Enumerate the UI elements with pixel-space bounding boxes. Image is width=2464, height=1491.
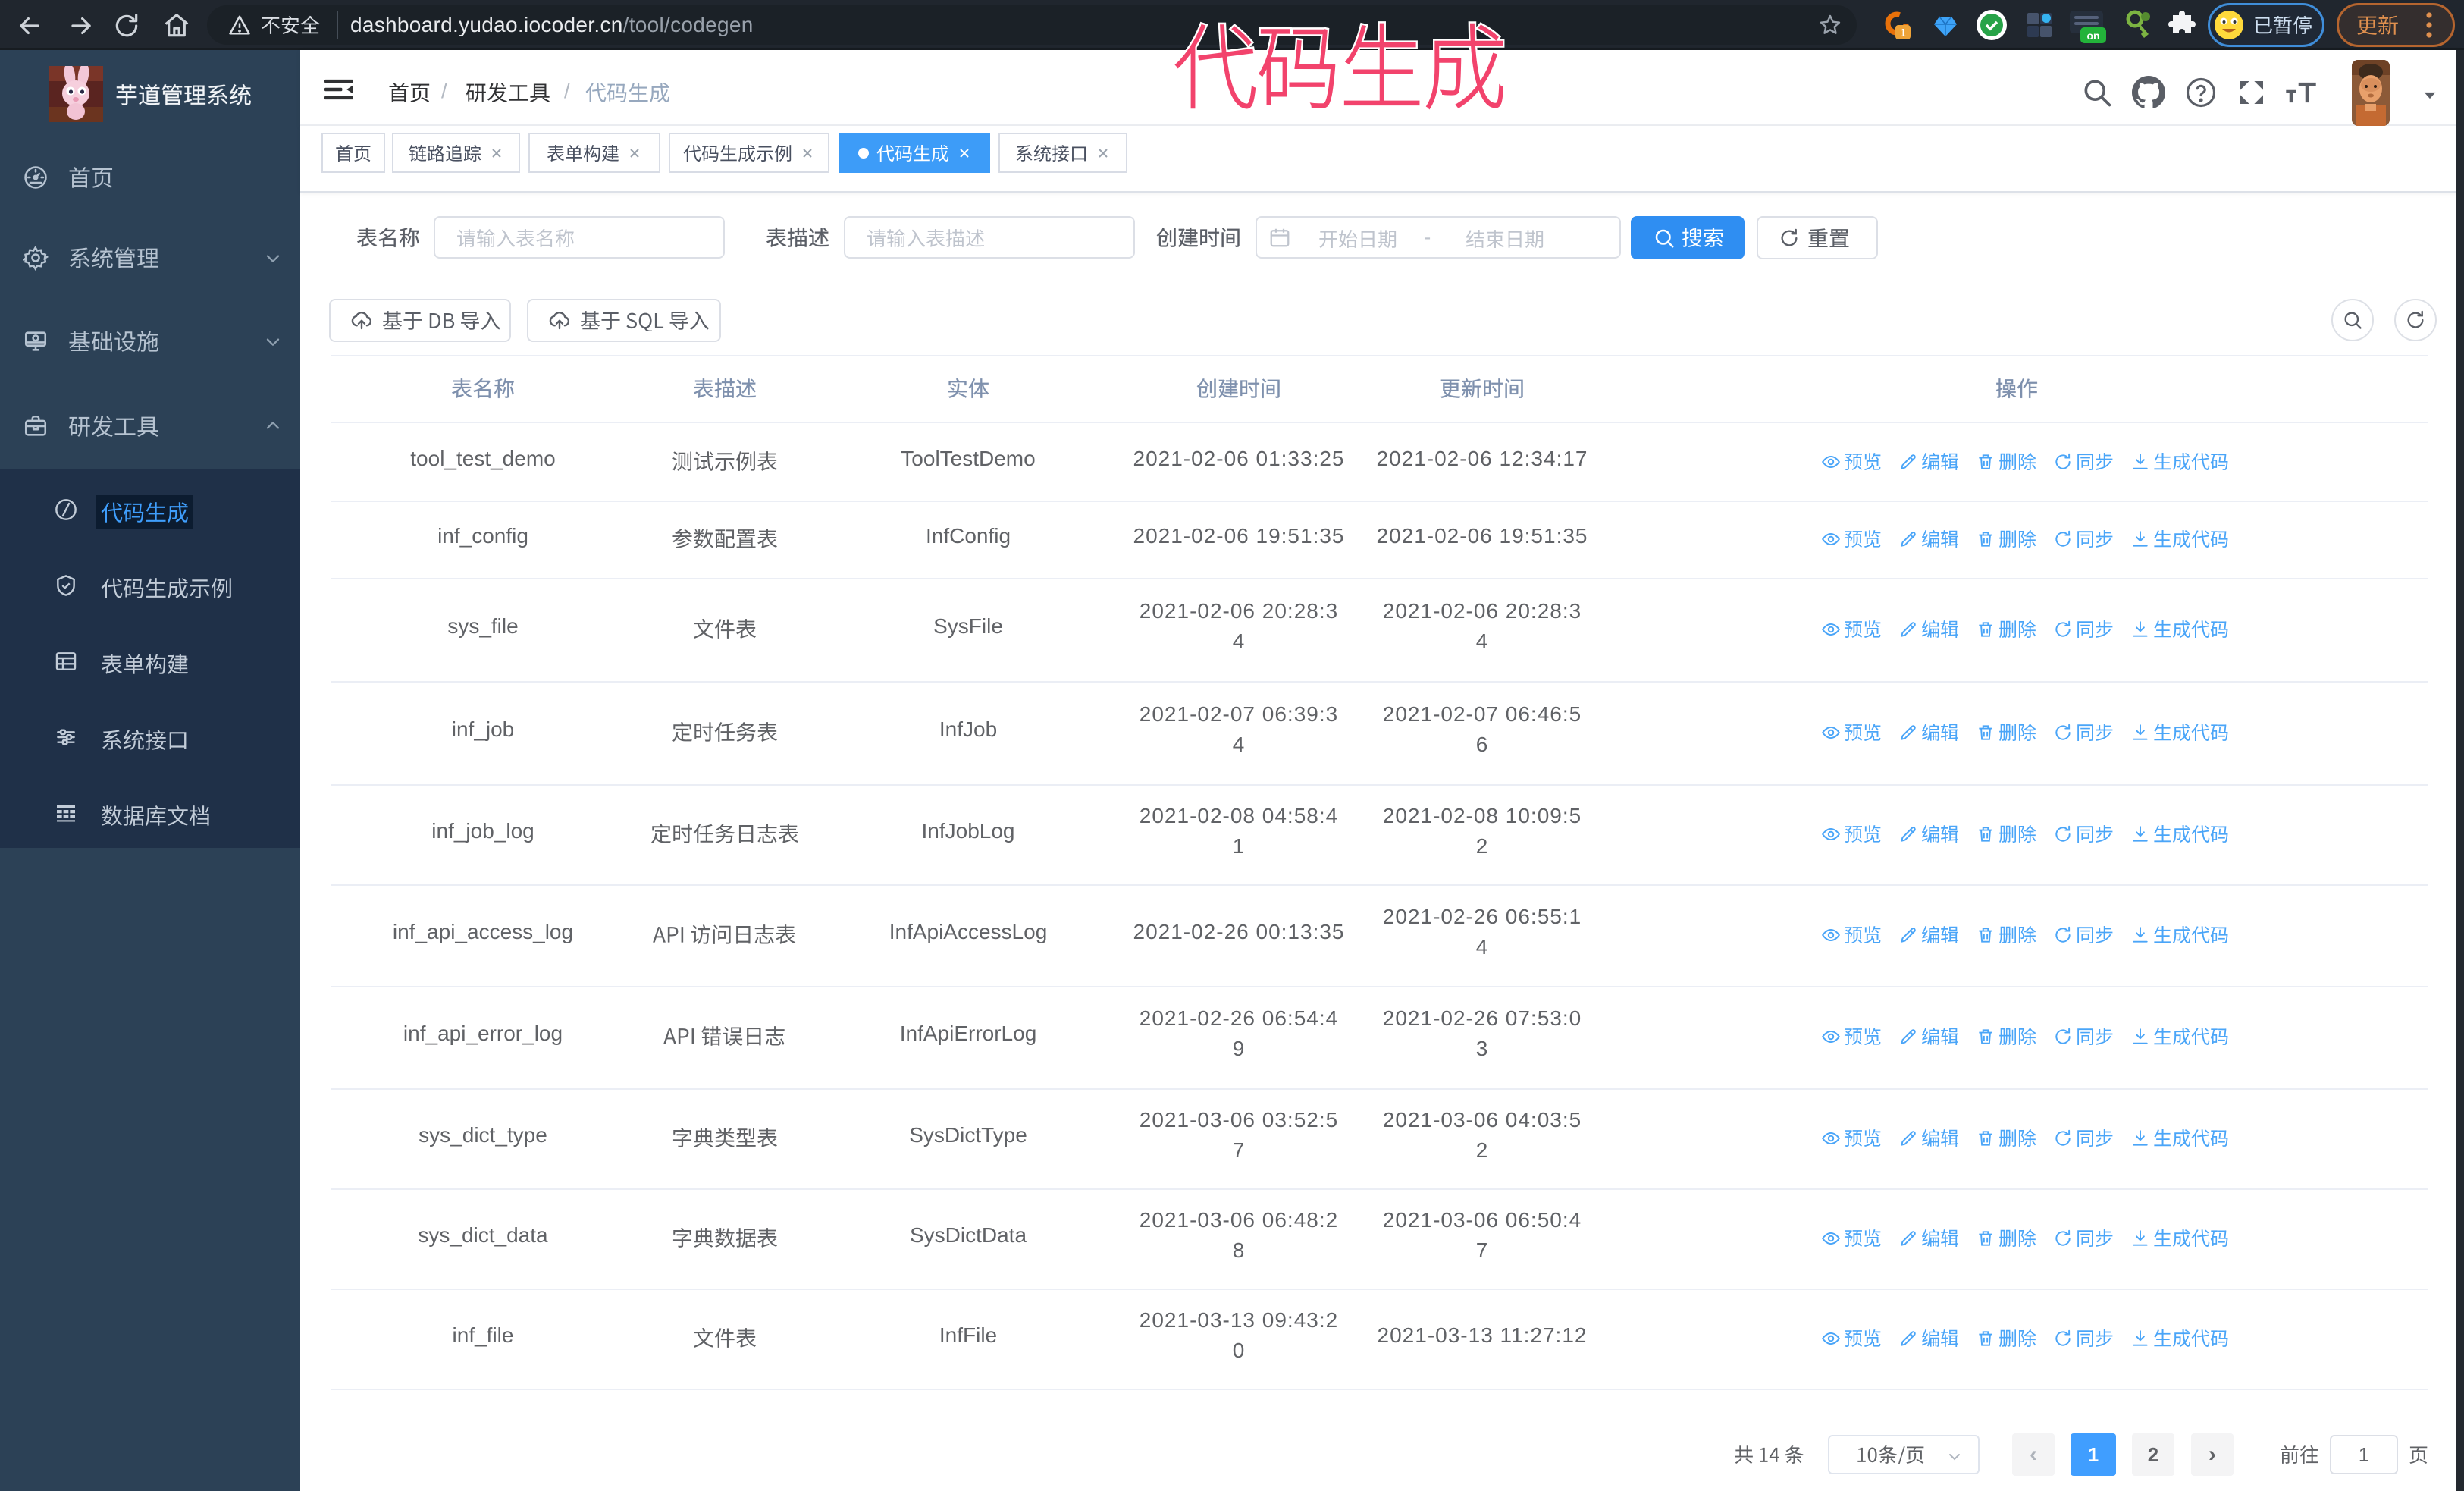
- svg-text:1: 1: [1900, 27, 1906, 39]
- svg-text:on: on: [2086, 30, 2099, 42]
